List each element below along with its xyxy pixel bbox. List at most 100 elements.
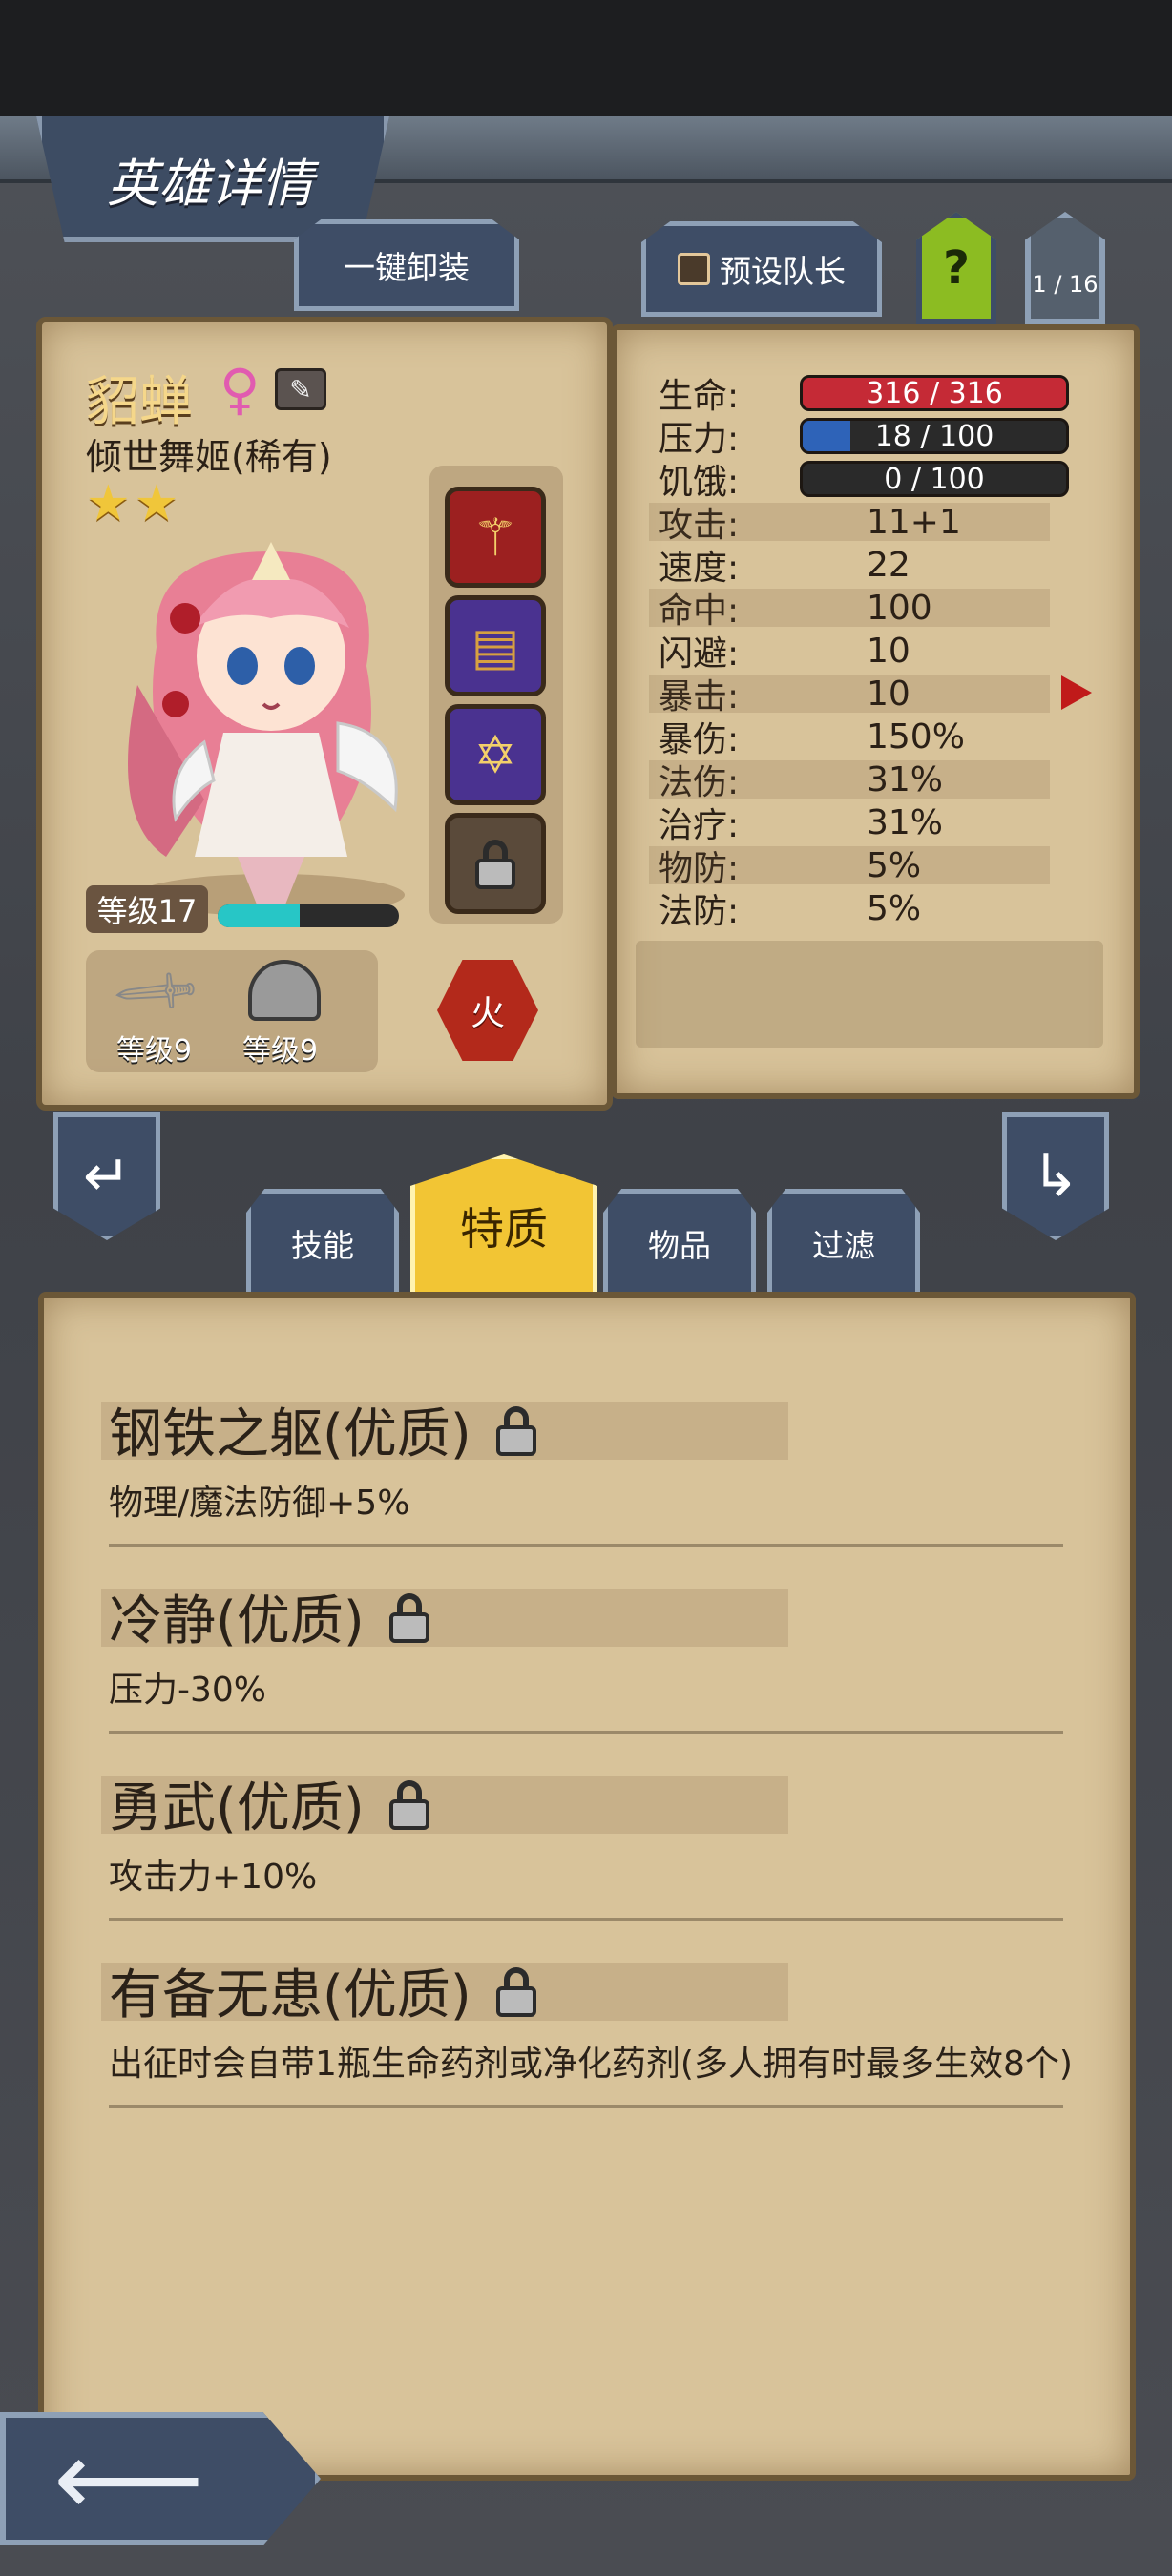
tab-items[interactable]: 物品 [603, 1189, 756, 1298]
tab-skills[interactable]: 技能 [246, 1189, 399, 1298]
tab-label: 特质 [460, 1203, 548, 1255]
stat-row-shade [649, 675, 1050, 713]
trait-name: 冷静(优质) [109, 1590, 365, 1652]
stat-row-shade [649, 503, 1050, 541]
stat-bar-value: 0 / 100 [884, 462, 985, 496]
stats-panel: 生命: 316 / 316 压力: 18 / 100 饥饿: 0 / 100 攻击: 11+1… [611, 324, 1140, 1099]
hero-name: 貂蝉 [86, 371, 193, 433]
helmet-icon [248, 960, 321, 1021]
stat-row: 压力: 18 / 100 [659, 415, 1107, 459]
weapon-slot[interactable]: ⚚ [445, 487, 546, 588]
trait-title: 勇武(优质) [109, 1765, 431, 1842]
checkbox-icon[interactable] [678, 253, 710, 285]
armor-slot[interactable]: ▤ [445, 595, 546, 696]
trait-divider [109, 1731, 1063, 1734]
trait-name: 有备无患(优质) [109, 1964, 471, 2026]
trait-title: 有备无患(优质) [109, 1952, 538, 2029]
back-button[interactable]: ⟵ [0, 2412, 321, 2545]
stats-extra-area [636, 941, 1103, 1048]
preset-leader-toggle[interactable]: 预设队长 [641, 221, 882, 317]
stat-value: 100 [867, 588, 932, 628]
stat-row: 暴伤: 150% [659, 716, 1107, 760]
tab-filter[interactable]: 过滤 [767, 1189, 920, 1298]
stat-value: 10 [867, 674, 910, 714]
tab-label: 物品 [648, 1227, 711, 1264]
armor-level: 等级9 [242, 1034, 319, 1068]
unequip-all-button[interactable]: 一键卸装 [294, 219, 519, 311]
trait-divider [109, 1918, 1063, 1921]
traits-panel: 钢铁之躯(优质) 物理/魔法防御+5% 冷静(优质) 压力-30% 勇武(优质) 攻击力+… [38, 1292, 1136, 2481]
lock-icon[interactable] [494, 1965, 538, 2017]
locked-slot[interactable] [445, 813, 546, 914]
hero-card: 貂蝉 ♀ ✎ 倾世舞姬(稀有) ★ ★ ⚚ ▤ ✡ 等级17 🗡 等级9 等级9… [36, 317, 613, 1111]
tab-label: 技能 [291, 1227, 354, 1264]
trait-title: 冷静(优质) [109, 1578, 431, 1655]
halberd-icon: ⚚ [471, 507, 519, 568]
xp-bar [218, 904, 399, 927]
stat-row: 速度: 22 [659, 544, 1107, 589]
stat-value: 10 [867, 631, 910, 671]
trait-description: 出征时会自带1瓶生命药剂或净化药剂(多人拥有时最多生效8个) [109, 2045, 1073, 2084]
stat-value: 31% [867, 802, 944, 842]
stat-bar: 18 / 100 [800, 418, 1069, 454]
stat-row: 攻击: 11+1 [649, 501, 1107, 545]
trait-name: 钢铁之躯(优质) [109, 1403, 471, 1465]
stat-value: 22 [867, 545, 910, 585]
stat-row: 命中: 100 [649, 587, 1107, 631]
weapon-level: 等级9 [116, 1034, 193, 1068]
edit-name-icon[interactable]: ✎ [275, 368, 326, 410]
stat-row: 闪避: 10 [659, 630, 1107, 675]
gear-level-panel: 🗡 等级9 等级9 [86, 944, 378, 1072]
trait-description: 物理/魔法防御+5% [109, 1484, 410, 1523]
back-arrow-icon: ⟵ [53, 2418, 204, 2540]
stats-list: 生命: 316 / 316 压力: 18 / 100 饥饿: 0 / 100 攻击: 11+1… [649, 372, 1107, 945]
hero-title: 倾世舞姬(稀有) [86, 436, 332, 478]
trait-divider [109, 1544, 1063, 1547]
stat-row: 治疗: 31% [659, 801, 1107, 846]
stat-bar: 316 / 316 [800, 375, 1069, 411]
trait-divider [109, 2105, 1063, 2108]
trait-description: 压力-30% [109, 1671, 267, 1710]
female-icon: ♀ [220, 357, 261, 422]
stat-value: 5% [867, 888, 922, 928]
stat-row: 生命: 316 / 316 [659, 372, 1107, 416]
lock-icon[interactable] [387, 1778, 431, 1830]
arrow-left-icon: ↵ [82, 1143, 132, 1210]
stat-row-shade [649, 846, 1050, 884]
stat-row: 物防: 5% [649, 844, 1107, 888]
traits-list: 钢铁之躯(优质) 物理/魔法防御+5% 冷静(优质) 压力-30% 勇武(优质) 攻击力+… [101, 1383, 1082, 2337]
hero-portrait [80, 513, 462, 924]
hexagram-icon: ✡ [473, 724, 517, 785]
lock-icon [473, 838, 517, 889]
lock-icon[interactable] [387, 1591, 431, 1643]
stat-value: 31% [867, 759, 944, 800]
preset-leader-label: 预设队长 [720, 253, 846, 290]
trait-title: 钢铁之躯(优质) [109, 1391, 538, 1468]
detail-tabs: 技能 特质 物品 过滤 [246, 1154, 933, 1298]
tab-traits[interactable]: 特质 [410, 1154, 597, 1298]
stat-bar-value: 18 / 100 [874, 419, 994, 453]
element-fire-badge[interactable]: 火 [437, 960, 538, 1061]
arrow-right-icon: ↳ [1031, 1143, 1080, 1210]
page-title: 英雄详情 [107, 154, 313, 214]
stat-row-shade [649, 760, 1050, 799]
tab-label: 过滤 [812, 1227, 875, 1264]
accessory-slot[interactable]: ✡ [445, 704, 546, 805]
stat-row-shade [649, 589, 1050, 627]
stat-value: 5% [867, 845, 922, 885]
trait-description: 攻击力+10% [109, 1858, 318, 1897]
lock-icon[interactable] [494, 1404, 538, 1456]
trait-name: 勇武(优质) [109, 1777, 365, 1839]
xp-bar-fill [218, 904, 300, 927]
satchel-icon: ▤ [471, 615, 520, 676]
stat-row: 法防: 5% [659, 887, 1107, 932]
stat-bar: 0 / 100 [800, 461, 1069, 497]
stat-bar-value: 316 / 316 [866, 376, 1003, 410]
stat-value: 11+1 [867, 502, 961, 542]
stat-value: 150% [867, 717, 965, 757]
status-bar-area [0, 0, 1172, 116]
expand-stats-arrow-icon[interactable] [1061, 675, 1092, 710]
stat-bar-fill [803, 421, 850, 451]
stat-row: 法伤: 31% [649, 758, 1107, 802]
hero-level-badge: 等级17 [86, 885, 208, 933]
